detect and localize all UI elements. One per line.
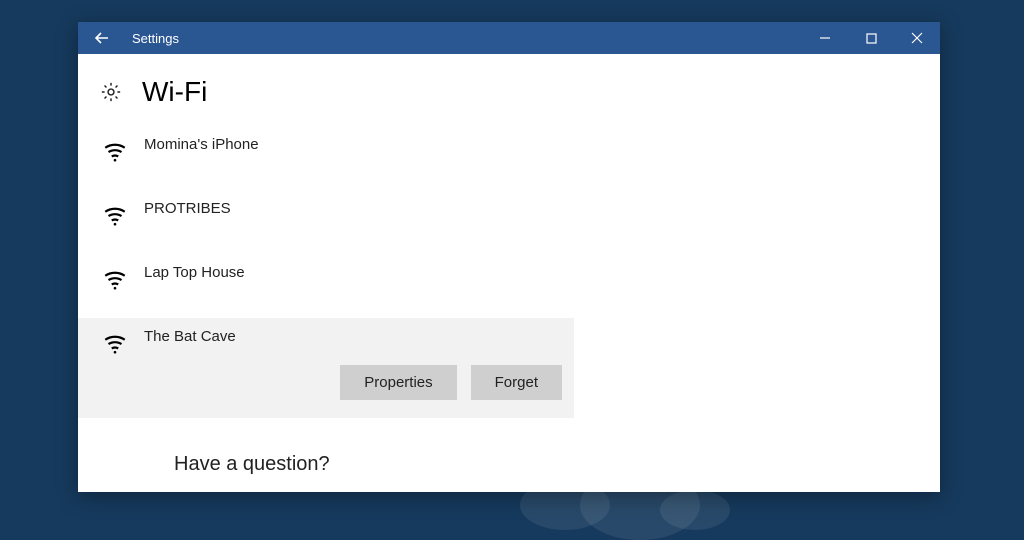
close-button[interactable] [894, 22, 940, 54]
wifi-network-name: Momina's iPhone [144, 136, 574, 153]
page-title: Wi-Fi [142, 76, 207, 108]
forget-button[interactable]: Forget [471, 365, 562, 400]
wifi-network-item[interactable]: The Bat Cave Properties Forget [78, 318, 574, 418]
close-icon [911, 32, 923, 44]
minimize-icon [819, 32, 831, 44]
background-cloud [660, 490, 730, 530]
wifi-network-item[interactable]: Momina's iPhone [78, 126, 574, 190]
page-content: Wi-Fi Momina's iPhone PROTRIBES Lap Top Ho… [78, 54, 940, 418]
network-actions: Properties Forget [144, 345, 574, 400]
wifi-network-name: PROTRIBES [144, 200, 574, 217]
wifi-network-item[interactable]: PROTRIBES [78, 190, 574, 254]
maximize-icon [866, 33, 877, 44]
wifi-network-name: Lap Top House [144, 264, 574, 281]
minimize-button[interactable] [802, 22, 848, 54]
wifi-network-list: Momina's iPhone PROTRIBES Lap Top House The… [78, 126, 574, 418]
help-prompt[interactable]: Have a question? [174, 453, 330, 476]
wifi-icon [102, 138, 128, 164]
back-button[interactable] [78, 22, 126, 54]
wifi-icon [102, 330, 128, 356]
page-header: Wi-Fi [78, 54, 940, 126]
wifi-network-name: The Bat Cave [144, 328, 574, 345]
gear-icon [100, 81, 122, 103]
titlebar: Settings [78, 22, 940, 54]
wifi-icon [102, 266, 128, 292]
wifi-icon [102, 202, 128, 228]
maximize-button[interactable] [848, 22, 894, 54]
arrow-left-icon [94, 30, 110, 46]
wifi-network-item[interactable]: Lap Top House [78, 254, 574, 318]
settings-window: Settings Wi-Fi Momina's iPhone PROTRIBES L… [78, 22, 940, 492]
properties-button[interactable]: Properties [340, 365, 456, 400]
window-title: Settings [126, 31, 179, 46]
